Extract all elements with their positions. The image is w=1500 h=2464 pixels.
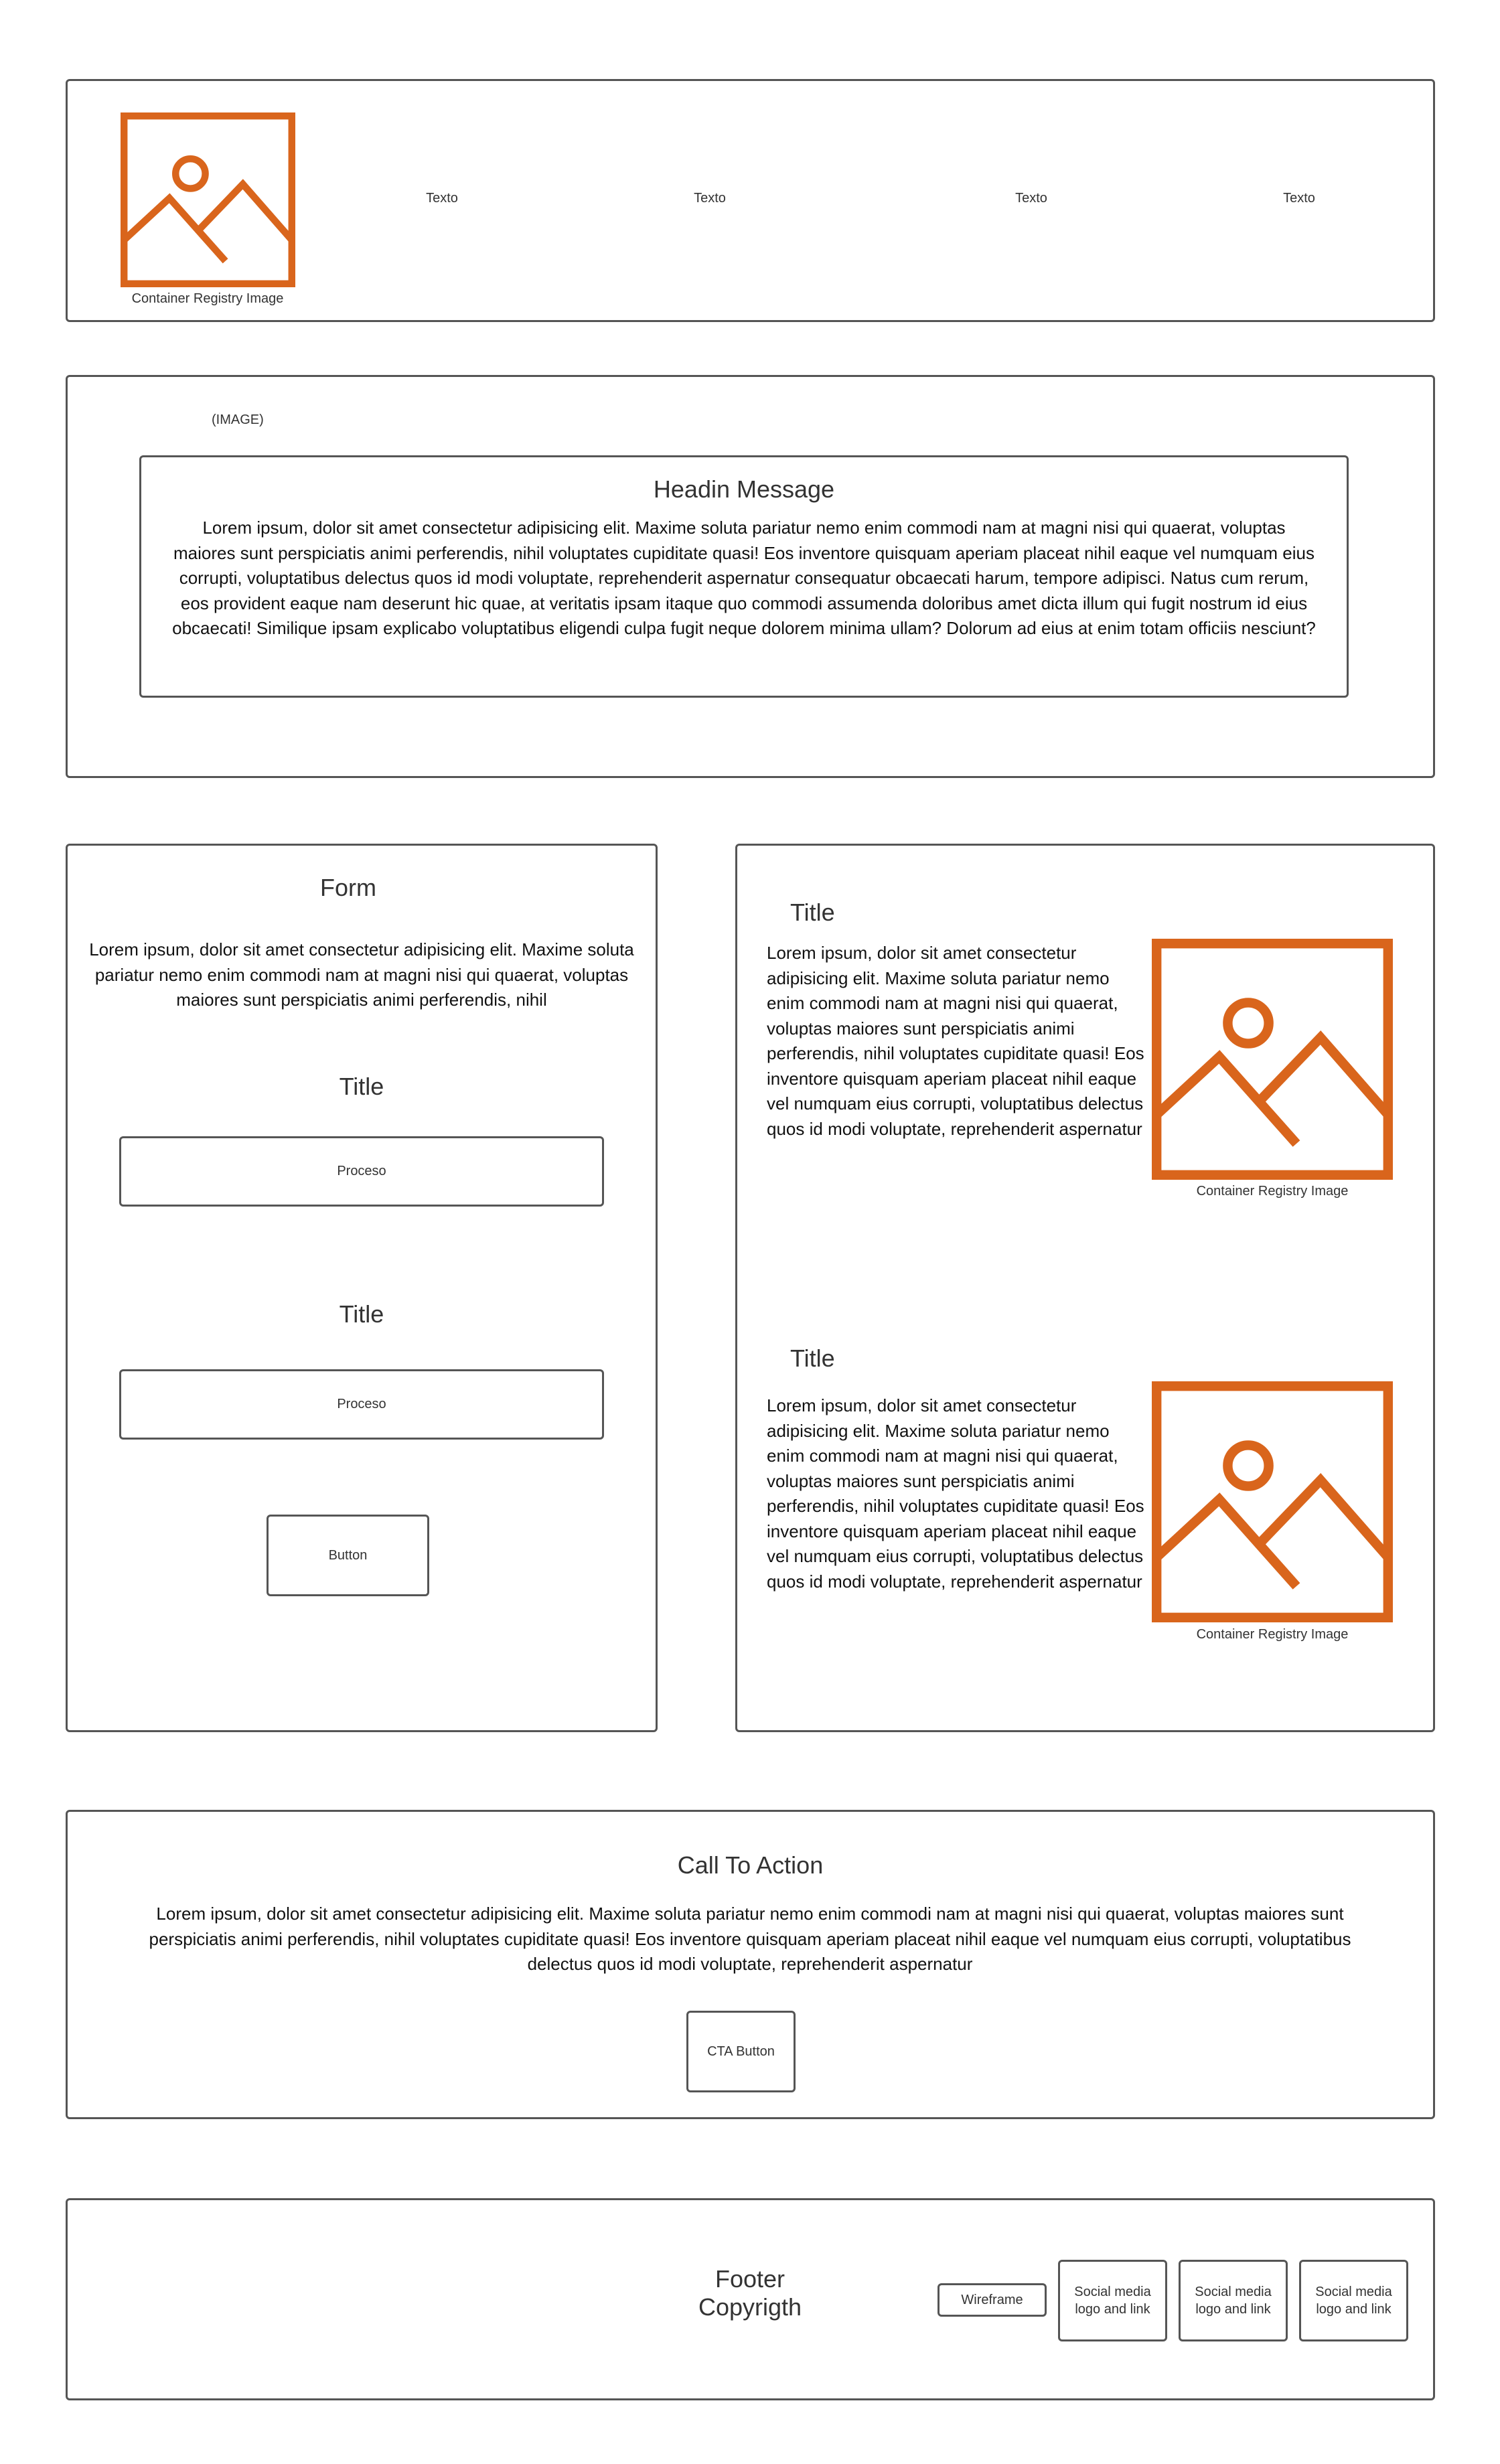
social-link-3[interactable]: Social media logo and link [1299,2260,1408,2341]
hero-image-label: (IMAGE) [212,412,264,427]
footer-title: Footer [715,2265,785,2293]
nav-item-1[interactable]: Texto [375,191,509,206]
feature-title-2: Title [790,1344,835,1372]
feature-image-icon-1 [1152,939,1393,1180]
form-submit-button[interactable]: Button [267,1515,429,1596]
form-field-input-1[interactable]: Proceso [119,1136,604,1207]
image-placeholder-icon [121,112,295,287]
feature-body-1: Lorem ipsum, dolor sit amet consectetur … [767,943,1144,1139]
footer-copyright: Copyrigth [698,2293,802,2321]
form-field-title-1: Title [339,1073,384,1100]
form-description: Lorem ipsum, dolor sit amet consectetur … [89,939,634,1010]
nav-item-3[interactable]: Texto [964,191,1098,206]
feature-title-1: Title [790,899,835,926]
feature-body-2: Lorem ipsum, dolor sit amet consectetur … [767,1395,1144,1592]
social-link-1[interactable]: Social media logo and link [1058,2260,1167,2341]
cta-title: Call To Action [677,1851,824,1879]
form-title: Form [320,874,376,901]
nav-item-2[interactable]: Texto [643,191,777,206]
hero-body: Lorem ipsum, dolor sit amet consectetur … [172,518,1316,638]
feature-image-caption-2: Container Registry Image [1196,1627,1349,1642]
form-field-input-2[interactable]: Proceso [119,1369,604,1440]
feature-image-icon-2 [1152,1381,1393,1622]
cta-button[interactable]: CTA Button [686,2011,796,2092]
form-field-title-2: Title [339,1300,384,1328]
social-link-2[interactable]: Social media logo and link [1179,2260,1288,2341]
logo-caption: Container Registry Image [131,291,284,306]
cta-body: Lorem ipsum, dolor sit amet consectetur … [149,1904,1351,1974]
nav-item-4[interactable]: Texto [1232,191,1366,206]
hero-heading: Headin Message [653,475,835,503]
wireframe-button[interactable]: Wireframe [937,2283,1047,2317]
feature-image-caption-1: Container Registry Image [1196,1184,1349,1199]
